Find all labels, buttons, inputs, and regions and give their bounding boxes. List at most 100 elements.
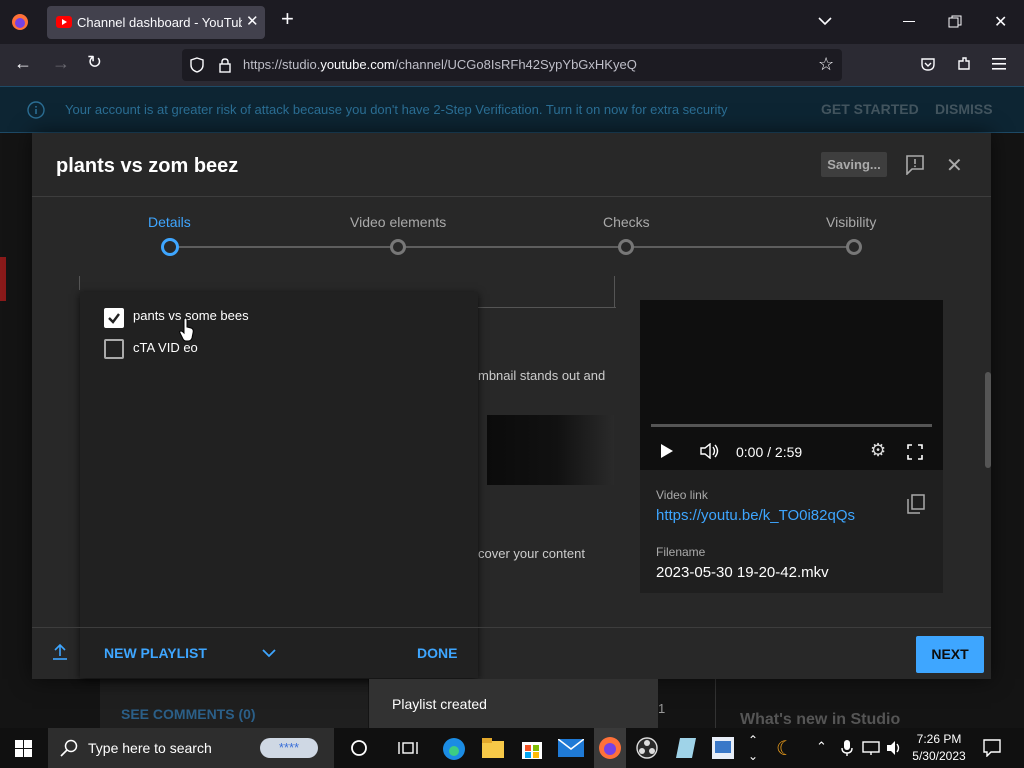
- step-video-elements-dot[interactable]: [390, 239, 406, 255]
- playlist-dropdown: pants vs some bees cTA VID eo NEW PLAYLI…: [80, 292, 478, 678]
- new-tab-icon[interactable]: +: [281, 8, 294, 30]
- video-progress-bar[interactable]: [651, 424, 932, 427]
- edge-icon[interactable]: [442, 737, 466, 761]
- video-link[interactable]: https://youtu.be/k_TO0i82qQs: [656, 507, 855, 524]
- step-video-elements-label[interactable]: Video elements: [350, 214, 446, 230]
- new-playlist-button[interactable]: NEW PLAYLIST: [104, 645, 207, 661]
- step-details-dot[interactable]: [161, 238, 179, 256]
- bg-count: 1: [658, 701, 666, 716]
- network-icon[interactable]: [862, 740, 880, 756]
- menu-icon[interactable]: [992, 57, 1008, 71]
- hand-cursor-icon: [179, 318, 194, 342]
- taskbar-search[interactable]: Type here to search ****: [48, 728, 334, 768]
- browser-nav-bar: ← → ↻ https://studio.youtube.com/channel…: [0, 44, 1024, 86]
- reload-icon[interactable]: ↻: [87, 52, 102, 73]
- playlist-item-label[interactable]: cTA VID eo: [133, 340, 198, 355]
- settings-gear-icon[interactable]: ⚙: [870, 440, 886, 461]
- notification-icon[interactable]: [983, 739, 1001, 757]
- saving-badge: Saving...: [821, 152, 887, 177]
- banner-text: Your account is at greater risk of attac…: [65, 102, 728, 117]
- dialog-title: plants vs zom beez: [56, 155, 239, 177]
- url-prefix: https://studio.: [243, 57, 321, 72]
- see-comments-link[interactable]: SEE COMMENTS (0): [121, 706, 256, 722]
- video-time: 0:00 / 2:59: [736, 444, 803, 460]
- url-domain: youtube.com: [320, 57, 395, 72]
- obs-icon[interactable]: [636, 737, 658, 759]
- pocket-icon[interactable]: [920, 56, 936, 72]
- video-link-label: Video link: [656, 488, 708, 502]
- back-icon[interactable]: ←: [14, 53, 32, 74]
- whats-new-title: What's new in Studio: [740, 711, 901, 728]
- thumbnail-slot[interactable]: [487, 415, 614, 485]
- url-bar[interactable]: https://studio.youtube.com/channel/UCGo8…: [182, 49, 842, 81]
- done-button[interactable]: DONE: [417, 645, 457, 661]
- clock-date[interactable]: 5/30/2023: [910, 749, 968, 763]
- step-checks-label[interactable]: Checks: [603, 214, 650, 230]
- shield-icon[interactable]: [190, 57, 204, 73]
- video-player[interactable]: 0:00 / 2:59 ⚙: [640, 300, 943, 470]
- fullscreen-icon[interactable]: [907, 444, 923, 460]
- dialog-scrollbar[interactable]: [985, 372, 991, 468]
- get-started-button[interactable]: GET STARTED: [821, 101, 919, 117]
- mail-icon[interactable]: [558, 739, 584, 757]
- close-dialog-icon[interactable]: ✕: [946, 153, 963, 178]
- notepad-icon[interactable]: [674, 737, 698, 759]
- dismiss-button[interactable]: DISMISS: [935, 101, 993, 117]
- list-tabs-icon[interactable]: [817, 15, 833, 27]
- playlist-checkbox-2[interactable]: [104, 339, 124, 359]
- step-checks-dot[interactable]: [618, 239, 634, 255]
- chevron-down-icon[interactable]: [262, 648, 276, 658]
- search-icon: [60, 739, 78, 757]
- forward-icon[interactable]: →: [52, 53, 70, 74]
- task-view-icon[interactable]: [398, 740, 418, 756]
- step-details-label[interactable]: Details: [148, 214, 191, 230]
- play-icon[interactable]: [660, 443, 674, 459]
- tab-title: Channel dashboard - YouTube Studio: [77, 15, 242, 30]
- url-text[interactable]: https://studio.youtube.com/channel/UCGo8…: [243, 57, 637, 72]
- field-edge-bottom: [472, 307, 616, 308]
- bookmark-star-icon[interactable]: ☆: [818, 54, 834, 75]
- playlist-checkbox-1[interactable]: [104, 308, 124, 328]
- youtube-favicon-icon: [56, 16, 72, 28]
- close-tab-icon[interactable]: ✕: [246, 12, 259, 30]
- filename-label: Filename: [656, 545, 706, 559]
- upload-icon[interactable]: [52, 643, 68, 661]
- store-icon[interactable]: [522, 737, 542, 759]
- feedback-icon[interactable]: [906, 155, 924, 175]
- close-window-icon[interactable]: ✕: [994, 12, 1007, 32]
- stepper-line: [178, 246, 854, 248]
- lock-icon[interactable]: [218, 57, 232, 73]
- overflow-arrows-icon[interactable]: ⌃ ⌄: [748, 732, 758, 764]
- copy-icon[interactable]: [907, 494, 925, 514]
- next-button[interactable]: NEXT: [916, 636, 984, 673]
- clock-time[interactable]: 7:26 PM: [912, 732, 966, 746]
- tray-chevron-icon[interactable]: ⌃: [816, 739, 827, 755]
- video-preview-card: 0:00 / 2:59 ⚙ Video link https://youtu.b…: [640, 300, 943, 593]
- step-visibility-dot[interactable]: [846, 239, 862, 255]
- search-placeholder: Type here to search: [88, 740, 212, 756]
- minimize-icon[interactable]: [903, 21, 915, 22]
- volume-icon[interactable]: [700, 443, 720, 459]
- field-edge-left: [79, 276, 80, 290]
- footer-divider: [32, 627, 991, 628]
- checkmark-icon: [108, 313, 120, 324]
- microphone-icon[interactable]: [841, 739, 853, 757]
- file-explorer-icon[interactable]: [482, 738, 504, 758]
- firefox-icon[interactable]: [10, 12, 30, 32]
- firefox-taskbar-icon[interactable]: [598, 736, 622, 760]
- browser-tab[interactable]: Channel dashboard - YouTube Studio ✕: [47, 6, 265, 39]
- cortana-icon[interactable]: [350, 739, 368, 757]
- windows-taskbar: Type here to search **** ⌃ ⌄ ☾ ⌃ 7:26 PM …: [0, 728, 1024, 768]
- security-banner: Your account is at greater risk of attac…: [0, 86, 1024, 133]
- windows-start-icon[interactable]: [15, 740, 32, 757]
- paint-icon[interactable]: [712, 737, 734, 759]
- weather-moon-icon[interactable]: ☾: [776, 736, 794, 761]
- volume-tray-icon[interactable]: [886, 740, 904, 756]
- step-visibility-label[interactable]: Visibility: [826, 214, 876, 230]
- restore-icon[interactable]: [948, 15, 962, 29]
- extensions-icon[interactable]: [956, 56, 972, 72]
- active-nav-marker: [0, 257, 6, 301]
- audience-description: cover your content: [478, 546, 585, 561]
- field-edge-right: [614, 276, 615, 308]
- browser-tab-bar: Channel dashboard - YouTube Studio ✕ + ✕: [0, 0, 1024, 44]
